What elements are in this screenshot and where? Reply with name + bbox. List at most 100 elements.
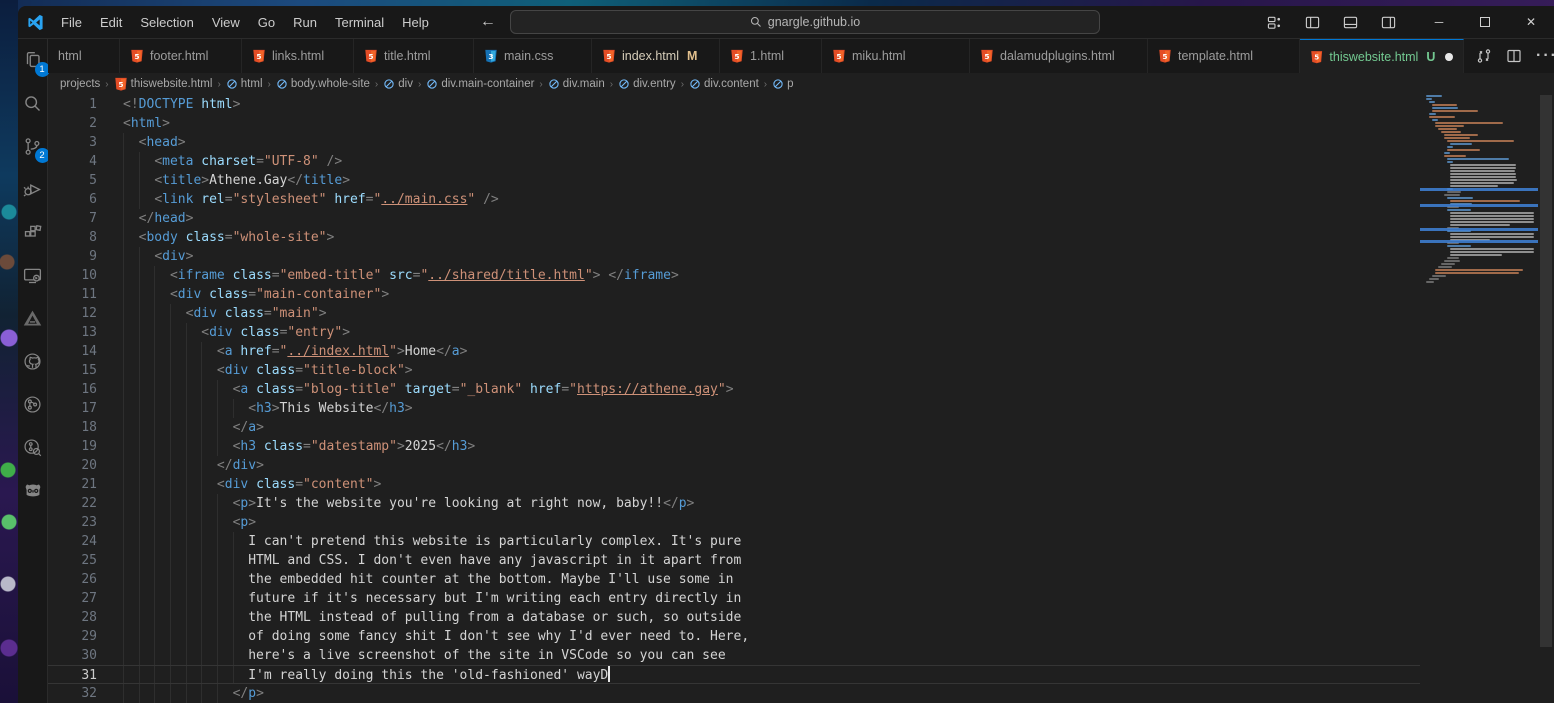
tab-template-html[interactable]: 5template.html	[1148, 39, 1300, 73]
maximize-button[interactable]	[1462, 6, 1508, 39]
indent-guide	[201, 475, 202, 494]
tab-title-html[interactable]: 5title.html	[354, 39, 474, 73]
source-control-icon[interactable]: 2	[20, 133, 46, 159]
command-center-search[interactable]: gnargle.github.io	[510, 10, 1100, 34]
menu-go[interactable]: Go	[249, 6, 284, 39]
code-line-4[interactable]: 4 <meta charset="UTF-8" />	[48, 152, 1420, 171]
breadcrumb-item-thiswebsite-html[interactable]: 5thiswebsite.html	[114, 77, 213, 91]
code-line-27[interactable]: 27 future if it's necessary but I'm writ…	[48, 589, 1420, 608]
indent-guide	[186, 513, 187, 532]
code-line-28[interactable]: 28 the HTML instead of pulling from a da…	[48, 608, 1420, 627]
breadcrumb-item-div-main-container[interactable]: div.main-container	[426, 78, 534, 90]
toggle-panel-icon[interactable]	[1336, 9, 1364, 35]
unsaved-dot-icon[interactable]	[1445, 53, 1453, 61]
tab-footer-html[interactable]: 5footer.html	[120, 39, 242, 73]
indent-guide	[186, 418, 187, 437]
tab-index-html[interactable]: 5index.htmlM	[592, 39, 720, 73]
code-line-11[interactable]: 11 <div class="main-container">	[48, 285, 1420, 304]
menu-edit[interactable]: Edit	[91, 6, 131, 39]
code-line-31[interactable]: 31 I'm really doing this the 'old-fashio…	[48, 665, 1420, 684]
breadcrumb-item-div-content[interactable]: div.content	[689, 78, 759, 90]
code-line-20[interactable]: 20 </div>	[48, 456, 1420, 475]
code-line-23[interactable]: 23 <p>	[48, 513, 1420, 532]
code-line-19[interactable]: 19 <h3 class="datestamp">2025</h3>	[48, 437, 1420, 456]
code-line-2[interactable]: 2<html>	[48, 114, 1420, 133]
menu-selection[interactable]: Selection	[131, 6, 202, 39]
code-line-16[interactable]: 16 <a class="blog-title" target="_blank"…	[48, 380, 1420, 399]
tab-thiswebsite-html[interactable]: 5thiswebsite.htmlU	[1300, 39, 1464, 73]
code-line-1[interactable]: 1<!DOCTYPE html>	[48, 95, 1420, 114]
more-actions-icon[interactable]: ···	[1536, 47, 1554, 65]
search-icon[interactable]	[20, 90, 46, 116]
breadcrumb-item-body-whole-site[interactable]: body.whole-site	[276, 78, 370, 90]
code-line-17[interactable]: 17 <h3>This Website</h3>	[48, 399, 1420, 418]
code-editor[interactable]: 1<!DOCTYPE html>2<html>3 <head>4 <meta c…	[48, 95, 1554, 703]
breadcrumb-item-p[interactable]: p	[772, 78, 793, 90]
line-content: <p>It's the website you're looking at ri…	[110, 494, 694, 513]
menu-file[interactable]: File	[52, 6, 91, 39]
code-line-12[interactable]: 12 <div class="main">	[48, 304, 1420, 323]
code-line-5[interactable]: 5 <title>Athene.Gay</title>	[48, 171, 1420, 190]
code-line-21[interactable]: 21 <div class="content">	[48, 475, 1420, 494]
remote-explorer-icon[interactable]	[20, 262, 46, 288]
tab-main-css[interactable]: 3main.css	[474, 39, 592, 73]
breadcrumb-item-html[interactable]: html	[226, 78, 263, 90]
open-changes-icon[interactable]	[1476, 48, 1492, 64]
code-line-22[interactable]: 22 <p>It's the website you're looking at…	[48, 494, 1420, 513]
tab-dalamudplugins-html[interactable]: 5dalamudplugins.html	[970, 39, 1148, 73]
extensions-icon[interactable]	[20, 219, 46, 245]
line-content: </p>	[110, 684, 264, 703]
toggle-secondary-sidebar-icon[interactable]	[1374, 9, 1402, 35]
a-extension-icon[interactable]	[20, 305, 46, 331]
menu-view[interactable]: View	[203, 6, 249, 39]
toggle-primary-sidebar-icon[interactable]	[1298, 9, 1326, 35]
tab-html[interactable]: html	[48, 39, 120, 73]
scrollbar-slider[interactable]	[1540, 95, 1552, 647]
breadcrumb-separator: ›	[681, 79, 684, 90]
minimap[interactable]	[1420, 95, 1538, 703]
code-line-6[interactable]: 6 <link rel="stylesheet" href="../main.c…	[48, 190, 1420, 209]
vscode-logo-icon[interactable]	[18, 14, 52, 31]
code-line-14[interactable]: 14 <a href="../index.html">Home</a>	[48, 342, 1420, 361]
code-line-26[interactable]: 26 the embedded hit counter at the botto…	[48, 570, 1420, 589]
code-line-8[interactable]: 8 <body class="whole-site">	[48, 228, 1420, 247]
code-line-30[interactable]: 30 here's a live screenshot of the site …	[48, 646, 1420, 665]
github-icon[interactable]	[20, 348, 46, 374]
tab-miku-html[interactable]: 5miku.html	[822, 39, 970, 73]
gitlens-icon[interactable]	[20, 434, 46, 460]
code-line-7[interactable]: 7 </head>	[48, 209, 1420, 228]
breadcrumb-item-div-main[interactable]: div.main	[548, 78, 605, 90]
tab-links-html[interactable]: 5links.html	[242, 39, 354, 73]
code-line-15[interactable]: 15 <div class="title-block">	[48, 361, 1420, 380]
code-line-32[interactable]: 32 </p>	[48, 684, 1420, 703]
code-line-24[interactable]: 24 I can't pretend this website is parti…	[48, 532, 1420, 551]
git-graph-icon[interactable]	[20, 391, 46, 417]
menu-run[interactable]: Run	[284, 6, 326, 39]
godot-tools-icon[interactable]	[20, 477, 46, 503]
menu-help[interactable]: Help	[393, 6, 438, 39]
minimap-line	[1444, 134, 1478, 136]
code-line-18[interactable]: 18 </a>	[48, 418, 1420, 437]
close-button[interactable]: ✕	[1508, 6, 1554, 39]
navigate-back-icon[interactable]: ←	[480, 13, 496, 31]
code-line-25[interactable]: 25 HTML and CSS. I don't even have any j…	[48, 551, 1420, 570]
run-debug-icon[interactable]	[20, 176, 46, 202]
code-line-29[interactable]: 29 of doing some fancy shit I don't see …	[48, 627, 1420, 646]
minimap-line	[1450, 170, 1515, 172]
vertical-scrollbar[interactable]	[1538, 95, 1554, 703]
code-line-10[interactable]: 10 <iframe class="embed-title" src="../s…	[48, 266, 1420, 285]
code-line-13[interactable]: 13 <div class="entry">	[48, 323, 1420, 342]
split-editor-icon[interactable]	[1506, 48, 1522, 64]
minimize-button[interactable]: ─	[1416, 6, 1462, 39]
breadcrumb-item-projects[interactable]: projects	[60, 78, 100, 90]
customize-layout-icon[interactable]	[1260, 9, 1288, 35]
breadcrumb-separator: ›	[418, 79, 421, 90]
breadcrumb-item-div-entry[interactable]: div.entry	[618, 78, 676, 90]
code-line-9[interactable]: 9 <div>	[48, 247, 1420, 266]
code-line-3[interactable]: 3 <head>	[48, 133, 1420, 152]
menu-terminal[interactable]: Terminal	[326, 6, 393, 39]
explorer-icon[interactable]: 1	[20, 47, 46, 73]
breadcrumb-item-div[interactable]: div	[383, 78, 413, 90]
tab-1-html[interactable]: 51.html	[720, 39, 822, 73]
breadcrumb-label: div	[398, 78, 413, 90]
